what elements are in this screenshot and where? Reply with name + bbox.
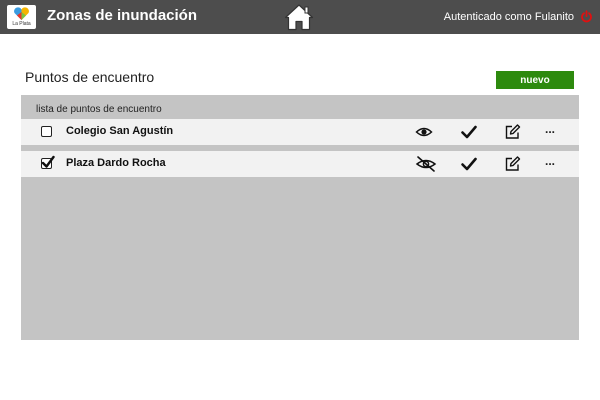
list-item: Plaza Dardo Rocha ... — [21, 151, 579, 177]
heart-logo-icon — [14, 7, 29, 21]
check-icon — [461, 157, 477, 171]
edit-button[interactable] — [504, 156, 522, 172]
edit-icon — [505, 124, 521, 139]
eye-slash-icon — [415, 156, 437, 172]
logo-text: La Plata — [12, 21, 31, 27]
logout-button[interactable] — [580, 10, 593, 23]
la-plata-logo[interactable]: La Plata — [7, 5, 36, 29]
checkmark-icon — [41, 155, 55, 168]
power-icon — [581, 10, 592, 23]
list-item-label: Colegio San Agustín — [66, 125, 174, 137]
eye-icon — [415, 127, 433, 137]
row-checkbox[interactable] — [41, 126, 52, 137]
visibility-toggle[interactable] — [415, 124, 433, 140]
page-title: Puntos de encuentro — [25, 69, 155, 85]
visibility-toggle[interactable] — [415, 156, 437, 172]
meeting-points-panel: lista de puntos de encuentro Colegio San… — [21, 95, 579, 340]
row-checkbox-checked[interactable] — [41, 155, 55, 169]
app-title: Zonas de inundación — [47, 7, 198, 24]
more-options-button[interactable]: ... — [541, 120, 559, 136]
more-options-button[interactable]: ... — [541, 152, 559, 168]
edit-icon — [505, 156, 521, 171]
new-button[interactable]: nuevo — [496, 71, 574, 89]
authenticated-user-text: Autenticado como Fulanito — [443, 11, 574, 23]
home-button[interactable] — [284, 3, 314, 31]
confirm-button[interactable] — [460, 156, 478, 172]
home-icon — [284, 4, 314, 31]
list-item-label: Plaza Dardo Rocha — [66, 157, 166, 169]
list-item: Colegio San Agustín ... — [21, 119, 579, 145]
list-title: lista de puntos de encuentro — [36, 104, 162, 115]
edit-button[interactable] — [504, 124, 522, 140]
confirm-button[interactable] — [460, 124, 478, 140]
check-icon — [461, 125, 477, 139]
top-bar: La Plata Zonas de inundación Autenticado… — [0, 0, 600, 34]
